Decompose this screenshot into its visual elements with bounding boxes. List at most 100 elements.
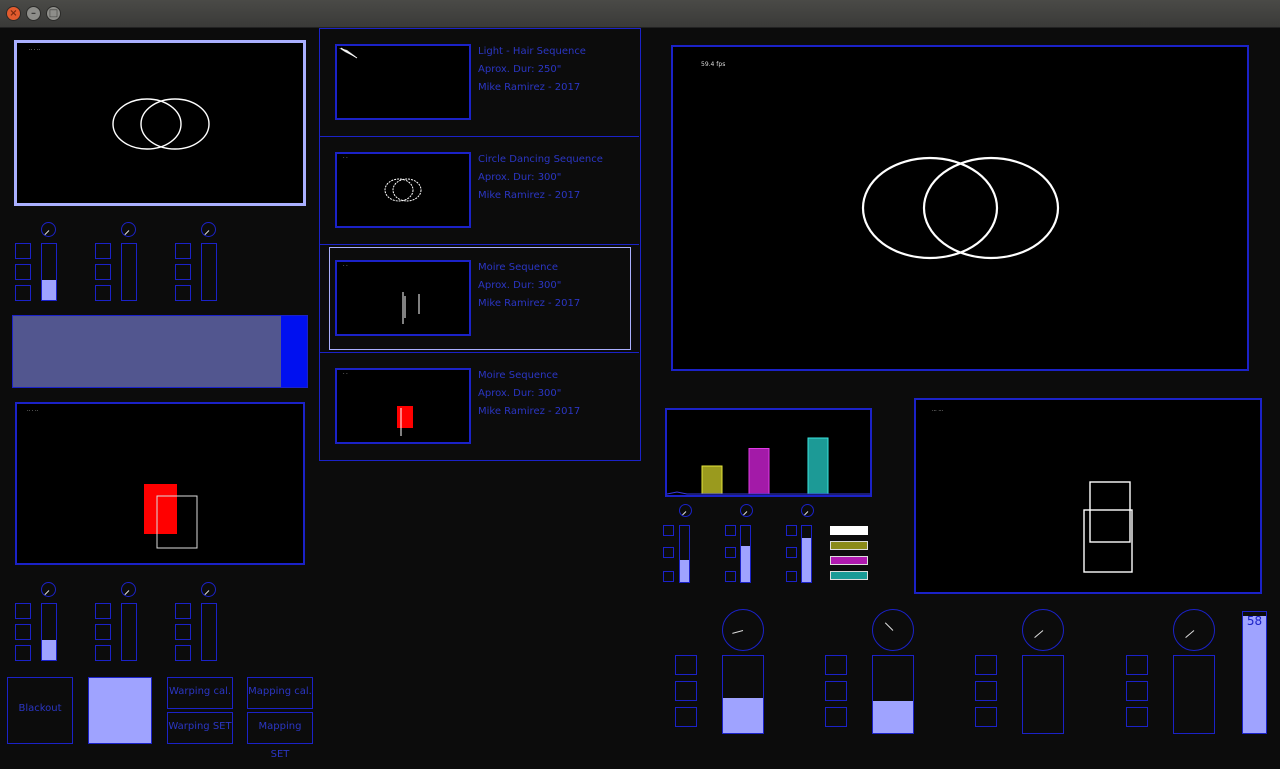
main-circles-graphic [861, 156, 1060, 260]
warping-set-button[interactable]: Warping SET [167, 712, 233, 744]
toggle-button[interactable] [786, 571, 797, 582]
toggle-button[interactable] [95, 603, 111, 619]
fader[interactable] [1022, 655, 1064, 734]
toggle-button[interactable] [675, 681, 697, 701]
color-swatch[interactable] [830, 556, 868, 565]
toggle-button[interactable] [975, 655, 997, 675]
rotary-knob[interactable] [722, 609, 764, 651]
fader[interactable] [679, 525, 690, 583]
toggle-button[interactable] [663, 547, 674, 558]
sequence-duration: Aprox. Dur: 300" [478, 388, 562, 399]
color-swatch[interactable] [830, 526, 868, 535]
crossfade-handle[interactable] [280, 316, 307, 387]
toggle-button[interactable] [15, 624, 31, 640]
toggle-button[interactable] [675, 655, 697, 675]
rotary-knob[interactable] [121, 222, 136, 237]
toggle-button[interactable] [175, 264, 191, 280]
toggle-button[interactable] [725, 547, 736, 558]
rotary-knob[interactable] [872, 609, 914, 651]
sequence-item[interactable]: Light - Hair Sequence Aprox. Dur: 250" M… [320, 29, 639, 137]
sequence-thumbnail: · · [335, 260, 471, 336]
toggle-button[interactable] [15, 243, 31, 259]
toggle-button[interactable] [15, 264, 31, 280]
toggle-button[interactable] [663, 525, 674, 536]
top-preview-screen[interactable]: ·· · ·· [14, 40, 306, 206]
mapping-set-button[interactable]: Mapping SET [247, 712, 313, 760]
fader[interactable] [872, 655, 914, 734]
toggle-button[interactable] [825, 707, 847, 727]
toggle-button[interactable] [825, 655, 847, 675]
toggle-button[interactable] [725, 571, 736, 582]
fader[interactable] [801, 525, 812, 583]
main-output-screen[interactable]: 59.4 fps [671, 45, 1249, 371]
sequence-item-selected[interactable]: · · Moire Sequence Aprox. Dur: 300" Mike… [320, 245, 639, 353]
rotary-knob[interactable] [801, 504, 814, 517]
minimize-window-button[interactable]: – [26, 6, 41, 21]
toggle-button[interactable] [825, 681, 847, 701]
toggle-button[interactable] [975, 681, 997, 701]
toggle-button[interactable] [95, 264, 111, 280]
sequence-title: Moire Sequence [478, 370, 559, 381]
mapping-preview-screen[interactable]: ··· ··· [914, 398, 1262, 594]
toggle-button[interactable] [663, 571, 674, 582]
rotary-knob[interactable] [1022, 609, 1064, 651]
toggle-button[interactable] [95, 285, 111, 301]
fader[interactable] [201, 243, 217, 301]
master-fader[interactable]: 58 [1242, 611, 1267, 734]
fader[interactable] [722, 655, 764, 734]
color-swatch[interactable] [830, 541, 868, 550]
crossfade-slider[interactable] [12, 315, 308, 388]
blackout-button[interactable]: Blackout [7, 677, 73, 744]
rotary-knob[interactable] [740, 504, 753, 517]
mapping-cal-button[interactable]: Mapping cal. [247, 677, 313, 709]
toggle-button[interactable] [975, 707, 997, 727]
toggle-button[interactable] [175, 285, 191, 301]
toggle-button[interactable] [15, 645, 31, 661]
toggle-button[interactable] [1126, 707, 1148, 727]
close-window-button[interactable]: × [6, 6, 21, 21]
fader[interactable] [201, 603, 217, 661]
moire-lines-graphic [402, 292, 420, 324]
toggle-button[interactable] [15, 603, 31, 619]
toggle-button[interactable] [725, 525, 736, 536]
toggle-button[interactable] [175, 624, 191, 640]
maximize-window-button[interactable]: □ [46, 6, 61, 21]
toggle-button[interactable] [95, 243, 111, 259]
toggle-button[interactable] [1126, 655, 1148, 675]
color-swatch[interactable] [830, 571, 868, 580]
toggle-button[interactable] [675, 707, 697, 727]
rotary-knob[interactable] [201, 582, 216, 597]
window-titlebar: × – □ [0, 0, 1280, 28]
rotary-knob[interactable] [1173, 609, 1215, 651]
sequence-item[interactable]: · · Circle Dancing Sequence Aprox. Dur: … [320, 137, 639, 245]
sequence-item[interactable]: · · Moire Sequence Aprox. Dur: 300" Mike… [320, 353, 639, 460]
rotary-knob[interactable] [41, 222, 56, 237]
toggle-button[interactable] [95, 624, 111, 640]
toggle-button[interactable] [15, 285, 31, 301]
rotary-knob[interactable] [679, 504, 692, 517]
toggle-button[interactable] [175, 645, 191, 661]
toggle-button[interactable] [95, 645, 111, 661]
fader[interactable] [740, 525, 751, 583]
rotary-knob[interactable] [201, 222, 216, 237]
toggle-button[interactable] [1126, 681, 1148, 701]
sequence-title: Light - Hair Sequence [478, 46, 586, 57]
fader[interactable] [121, 603, 137, 661]
toggle-button[interactable] [175, 243, 191, 259]
sequence-thumbnail [335, 44, 471, 120]
warping-cal-button[interactable]: Warping cal. [167, 677, 233, 709]
fader[interactable] [1173, 655, 1215, 734]
fader[interactable] [41, 603, 57, 661]
spectrum-band-bar [748, 448, 770, 495]
blackout-indicator[interactable] [88, 677, 152, 744]
toggle-button[interactable] [786, 525, 797, 536]
rotary-knob[interactable] [121, 582, 136, 597]
hair-light-graphic [339, 47, 358, 59]
toggle-button[interactable] [786, 547, 797, 558]
fader[interactable] [121, 243, 137, 301]
toggle-button[interactable] [175, 603, 191, 619]
fader[interactable] [41, 243, 57, 301]
bottom-preview-screen[interactable]: ·· · ·· [15, 402, 305, 565]
sequence-author: Mike Ramirez - 2017 [478, 298, 581, 309]
rotary-knob[interactable] [41, 582, 56, 597]
